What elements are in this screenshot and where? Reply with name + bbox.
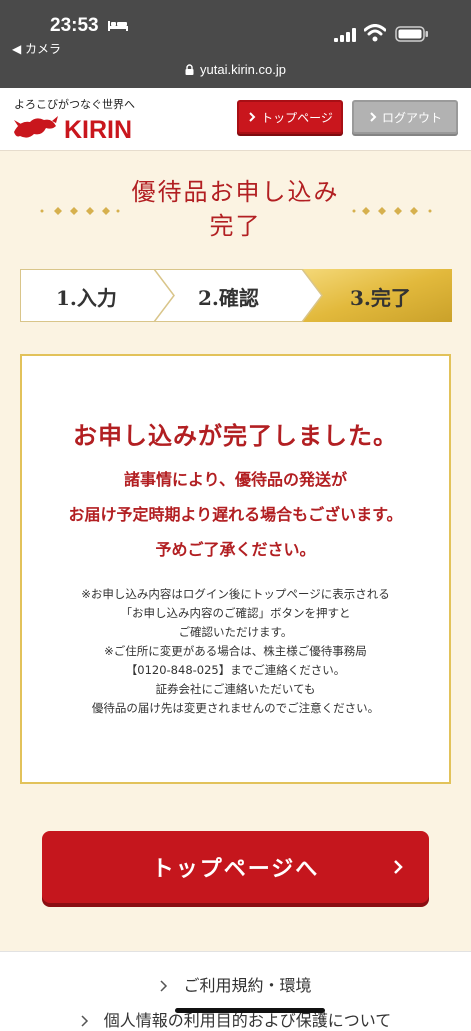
logo-wordmark: KIRIN (64, 116, 132, 142)
back-to-top-page-button[interactable]: トップページへ (42, 831, 429, 903)
note-line: 証券会社にご連絡いただいても (155, 682, 316, 696)
delay-notice-line1: 諸事情により、優待品の発送が (123, 470, 348, 489)
page-title-line1: 優待品お申し込み (131, 178, 340, 206)
note-line: 優待品の届け先は変更されませんのでご注意ください。 (91, 701, 380, 715)
completion-message-box: お申し込みが完了しました。 諸事情により、優待品の発送が お届け予定時期より遅れ… (20, 354, 451, 784)
signal-icon (334, 28, 356, 42)
note-line: ※ご住所に変更がある場合は、株主様ご優待事務局 (104, 644, 367, 658)
url-bar[interactable]: yutai.kirin.co.jp (0, 62, 471, 77)
chevron-right-icon (81, 1015, 88, 1027)
title-ornament-right (352, 207, 432, 215)
status-bar: 23:53 ◀ カメラ yutai.kirin.co.jp (0, 0, 471, 88)
privacy-link-label: 個人情報の利用目的および保護について (103, 1011, 392, 1030)
delay-notice-line3: 予めご了承ください。 (155, 540, 316, 559)
note-line: 「お申し込み内容のご確認」ボタンを押すと (120, 606, 351, 620)
status-time: 23:53 (50, 15, 99, 36)
step-3-label: 3.完了 (350, 286, 411, 310)
top-page-button-label: トップページ (261, 110, 333, 125)
title-ornament-left (40, 207, 120, 215)
site-footer: ご利用規約・環境 個人情報の利用目的および保護について (0, 951, 471, 1030)
chevron-right-icon (370, 112, 377, 122)
wifi-icon (364, 24, 386, 42)
logout-button-label: ログアウト (381, 110, 442, 125)
site-header: よろこびがつなぐ世界へ KIRIN トップページ ログアウト (0, 88, 471, 151)
chevron-right-icon (394, 860, 403, 874)
completion-headline: お申し込みが完了しました。 (73, 421, 398, 450)
note-line: ※お申し込み内容はログイン後にトップページに表示される (81, 587, 390, 601)
bed-icon (108, 21, 128, 31)
delay-notice-line2: お届け予定時期より遅れる場合もございます。 (68, 505, 403, 524)
chevron-right-icon (249, 112, 256, 122)
home-indicator (175, 1008, 325, 1013)
back-to-top-page-label: トップページへ (151, 856, 320, 882)
lock-icon (185, 64, 194, 75)
back-to-camera-link[interactable]: ◀ カメラ (12, 40, 61, 57)
brand-tagline: よろこびがつなぐ世界へ (14, 98, 135, 111)
top-page-button[interactable]: トップページ (237, 100, 343, 134)
note-line: 【0120-848-025】までご連絡ください。 (125, 663, 346, 677)
main-content: 優待品お申し込み 完了 1.入力 2.確認 3.完了 お申し込みが完了しました。… (0, 151, 471, 951)
step-2-label: 2.確認 (198, 286, 259, 310)
terms-link[interactable]: ご利用規約・環境 (0, 972, 471, 996)
battery-icon (395, 26, 428, 42)
step-indicator: 1.入力 2.確認 3.完了 (20, 269, 452, 322)
kirin-logo[interactable]: KIRIN (12, 112, 146, 142)
terms-link-label: ご利用規約・環境 (183, 976, 312, 995)
url-text: yutai.kirin.co.jp (200, 62, 286, 77)
step-1-label: 1.入力 (56, 286, 117, 310)
chevron-right-icon (160, 980, 168, 992)
logout-button[interactable]: ログアウト (352, 100, 458, 134)
note-line: ご確認いただけます。 (178, 625, 293, 639)
